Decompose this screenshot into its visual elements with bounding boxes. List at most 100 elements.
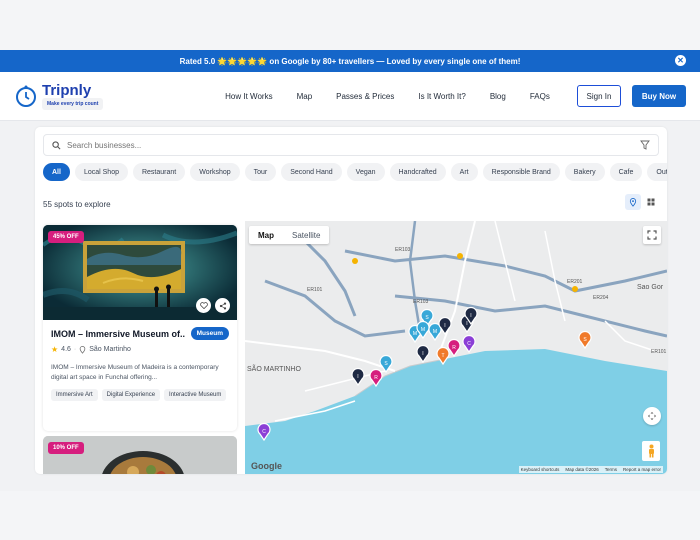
street-view-pegman[interactable] [642,441,660,461]
rating-value: 4.6 [61,346,71,353]
nav-map[interactable]: Map [285,92,325,101]
pan-arrows-icon [648,412,656,420]
pan-control[interactable] [643,407,661,425]
google-logo: Google [251,461,282,471]
location-pin-icon [79,345,86,354]
map-pin-letter: C [467,341,471,347]
report-error-link[interactable]: Report a map error [623,467,661,472]
map-pin-letter: M [421,327,425,333]
star-icon: ★ [51,345,59,354]
filter-chip[interactable]: Vegan [346,163,385,181]
tag-list: Immersive Art Digital Experience Interac… [51,389,231,401]
site-header: Tripnly Make every trip count How It Wor… [0,72,700,121]
sign-in-button[interactable]: Sign In [577,85,621,107]
buy-now-button[interactable]: Buy Now [632,85,686,107]
filter-chip[interactable]: Responsible Brand [482,163,560,181]
tab-map[interactable]: Map [249,226,283,244]
brand-name: Tripnly [42,81,92,99]
filter-chip[interactable]: Art [450,163,478,181]
map-pin-letter: C [262,429,266,435]
map-pin-letter: R [374,375,378,381]
keyboard-shortcuts-link[interactable]: Keyboard shortcuts [521,467,560,472]
banner-text: Rated 5.0 🌟🌟🌟🌟🌟 on Google by 80+ travell… [179,56,521,66]
favorite-button[interactable] [196,298,211,313]
road-label: ER204 [593,295,609,301]
heart-icon [199,302,208,309]
card-image: 45% OFF [43,225,237,320]
filter-chip[interactable]: Bakery [564,163,605,181]
discount-badge: 10% OFF [48,442,84,454]
terms-link[interactable]: Terms [605,467,617,472]
filter-chip[interactable]: Workshop [190,163,240,181]
map-pin-letter: R [452,345,456,351]
brand-tagline: Make every trip count [42,97,104,110]
view-toggle [625,194,659,210]
filter-chip-all[interactable]: All [43,163,70,181]
discount-badge: 45% OFF [48,231,84,243]
business-card[interactable]: 10% OFF [43,436,237,474]
nav-blog[interactable]: Blog [478,92,518,101]
page-footer-gap [0,491,700,540]
pegman-icon [648,444,654,458]
promo-banner: Rated 5.0 🌟🌟🌟🌟🌟 on Google by 80+ travell… [0,50,700,72]
map-label: Sao Gor [637,284,664,291]
map-data-text: Map data ©2026 [565,467,599,472]
grid-icon [647,198,655,206]
map-type-tabs: Map Satellite [249,226,330,244]
category-badge: Museum [190,327,229,340]
share-button[interactable] [215,298,230,313]
nav-faqs[interactable]: FAQs [518,92,562,101]
business-title[interactable]: IMOM – Immersive Museum of... [51,329,185,339]
map-pin-letter: I [422,351,423,357]
category-filters: All Local Shop Restaurant Workshop Tour … [43,163,667,181]
filter-chip[interactable]: Handcrafted [389,163,446,181]
road-label: ER101 [307,287,323,293]
nav-how-it-works[interactable]: How It Works [213,92,284,101]
tab-satellite[interactable]: Satellite [283,226,329,244]
map-pin-letter: T [441,353,444,359]
map-label: SÃO MARTINHO [247,364,301,373]
location-text: São Martinho [89,346,131,353]
business-card[interactable]: 45% OFF IMOM – Immersive Museum of... Mu… [43,225,237,431]
business-meta: ★ 4.6 · São Martinho [51,345,131,354]
clock-pin-icon [16,85,36,107]
filter-chip[interactable]: Outdoor [647,163,667,181]
map-canvas[interactable]: SÃO MARTINHO Sao Gor ER103 ER101 ER201 E… [245,221,667,474]
filter-chip[interactable]: Restaurant [132,163,186,181]
fullscreen-icon [647,230,657,240]
fullscreen-button[interactable] [643,226,661,244]
grid-view-button[interactable] [643,194,659,210]
filter-chip[interactable]: Tour [244,163,277,181]
map-pin-letter: I [470,313,471,319]
map-pin-letter: I [466,321,467,327]
filter-chip[interactable]: Local Shop [74,163,128,181]
filter-chip[interactable]: Cafe [609,163,643,181]
logo[interactable]: Tripnly Make every trip count [14,83,194,110]
tag: Immersive Art [51,389,98,401]
filter-chip[interactable]: Second Hand [281,163,342,181]
map-attribution: Keyboard shortcuts Map data ©2026 Terms … [518,466,663,473]
map-view-button[interactable] [625,194,641,210]
nav-worth-it[interactable]: Is It Worth It? [406,92,477,101]
nav-passes-prices[interactable]: Passes & Prices [324,92,406,101]
main-nav: How It Works Map Passes & Prices Is It W… [198,92,577,101]
road-label: ER103 [395,247,411,253]
location-pin-icon [629,197,637,207]
map-pin-letter: M [413,331,417,337]
map-view[interactable]: SÃO MARTINHO Sao Gor ER103 ER101 ER201 E… [245,221,667,474]
search-icon [52,140,61,149]
tag: Interactive Museum [164,389,227,401]
road-label: ER201 [567,279,583,285]
map-pin-letter: I [357,374,358,380]
top-gap [0,0,700,50]
search-bar [43,134,659,156]
search-input[interactable] [67,140,640,150]
tag: Digital Experience [101,389,161,401]
share-icon [219,301,226,310]
business-description: IMOM – Immersive Museum of Madeira is a … [51,364,219,381]
road-label: ER103 [413,299,429,305]
explore-panel: All Local Shop Restaurant Workshop Tour … [35,127,667,474]
filter-icon[interactable] [640,140,650,150]
map-pin-letter: M [433,329,437,335]
close-icon[interactable]: ✕ [675,55,686,66]
